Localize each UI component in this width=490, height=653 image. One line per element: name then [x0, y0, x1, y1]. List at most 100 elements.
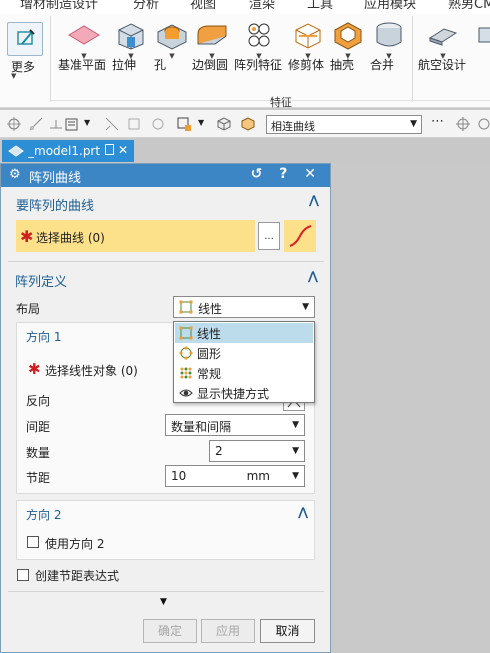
spacing-select[interactable]: 数量和间隔 ▼ [165, 414, 305, 436]
unite-label: 合并 [370, 58, 395, 72]
create-expression-checkbox[interactable] [17, 569, 29, 581]
feature-group-label: 特征 [270, 96, 292, 109]
ribbon: 更多 ▼ 基准平面 ▼ 拉伸 ▼ 孔 ▼ 边倒圆 ▼ 阵列特征 ▼ 修剪体 ▼ … [0, 14, 490, 109]
snap-center-icon[interactable] [476, 116, 490, 132]
layout-option-linear[interactable]: 线性 [175, 323, 313, 343]
menu-tools[interactable]: 工具 [307, 0, 333, 12]
cube-select-icon[interactable] [216, 116, 232, 132]
select-curve-row[interactable]: ✱ 选择曲线 (0) [16, 220, 255, 252]
close-icon[interactable]: ✕ [118, 143, 128, 157]
more-button[interactable] [7, 22, 43, 56]
move-button[interactable]: 移 [474, 20, 490, 50]
menu-analysis[interactable]: 分析 [133, 0, 159, 12]
circular-layout-icon [179, 346, 193, 360]
title-buttons[interactable]: ↺ ? ✕ [251, 166, 322, 182]
menu-application[interactable]: 应用模块 [364, 0, 416, 12]
datum-plane-label: 基准平面 [58, 58, 107, 72]
layout-value: 线性 [198, 302, 223, 316]
curves-section-title: 要阵列的曲线 [16, 199, 95, 214]
count-input[interactable]: 2 ▼ [209, 440, 305, 462]
pitch-unit: mm [246, 469, 270, 483]
extrude-label: 拉伸 [112, 58, 137, 72]
pattern-definition-header[interactable]: 阵列定义 ⋀ [8, 268, 324, 290]
selection-toolbar: ▼ ▼ 相连曲线 ▼ ⋯ [0, 110, 490, 138]
datum-plane-button[interactable]: 基准平面 ▼ [58, 20, 110, 72]
select-feature-icon[interactable] [150, 116, 166, 132]
chevron-down-icon[interactable]: ▼ [198, 118, 204, 127]
hole-button[interactable]: 孔 ▼ [154, 20, 190, 72]
layout-option-general[interactable]: 常规 [175, 363, 313, 383]
extrude-icon [118, 23, 144, 50]
select-body-icon[interactable] [126, 116, 142, 132]
shell-label: 抽壳 [330, 58, 355, 72]
apply-button[interactable]: 应用 [201, 619, 255, 643]
move-icon [478, 27, 490, 43]
edge-blend-label: 边倒圆 [192, 58, 229, 72]
chevron-up-icon[interactable]: ⋀ [308, 269, 318, 283]
use-direction2-checkbox[interactable] [27, 536, 39, 548]
snap-end-icon[interactable] [28, 116, 44, 132]
cancel-button[interactable]: 取消 [260, 619, 315, 643]
use-direction2-label: 使用方向 2 [45, 537, 105, 551]
unite-button[interactable]: 合并 ▼ [370, 20, 408, 72]
direction1-header[interactable]: 方向 1 [26, 328, 61, 345]
select-vertex-icon[interactable] [176, 116, 192, 132]
trim-body-label: 修剪体 [288, 58, 325, 72]
layout-option-show-shortcuts[interactable]: 显示快捷方式 [175, 383, 313, 403]
select-face-icon[interactable] [104, 116, 120, 132]
reverse-label: 反向 [26, 394, 51, 408]
extrude-button[interactable]: 拉伸 ▼ [112, 20, 150, 72]
ok-button[interactable]: 确定 [143, 619, 197, 643]
menu-extra[interactable]: 熟男CMAX [448, 0, 490, 12]
trim-body-button[interactable]: 修剪体 ▼ [288, 20, 328, 72]
select-linear-object-label[interactable]: 选择线性对象 (0) [45, 362, 138, 379]
pattern-definition-title: 阵列定义 [15, 275, 68, 290]
page-icon[interactable] [105, 144, 114, 155]
linear-layout-icon [179, 300, 193, 314]
aero-design-button[interactable]: 航空设计 ▼ [418, 20, 468, 72]
part-file-icon [8, 145, 24, 157]
curve-select-button[interactable] [284, 220, 316, 252]
layout-select[interactable]: 线性 ▼ [173, 296, 315, 318]
dialog-title: 阵列曲线 [29, 171, 82, 186]
menu-additive-design[interactable]: 增材制造设计 [20, 0, 98, 12]
file-tab-bar: _model1.prt ✕ [0, 140, 490, 162]
more-label-item[interactable]: 更多 ▼ [11, 58, 35, 80]
layout-option-circular[interactable]: 圆形 [175, 343, 313, 363]
more-options-icon[interactable]: ⋯ [431, 114, 444, 129]
browse-button[interactable]: ... [258, 222, 280, 250]
aero-design-label: 航空设计 [418, 58, 467, 72]
filter-icon[interactable] [64, 116, 80, 132]
pattern-feature-icon [248, 23, 270, 47]
direction2-header[interactable]: 方向 2 [26, 506, 61, 523]
shell-button[interactable]: 抽壳 ▼ [330, 20, 366, 72]
menu-view[interactable]: 视图 [190, 0, 216, 12]
required-star-icon: ✱ [28, 360, 41, 378]
chevron-down-icon: ▼ [302, 302, 309, 312]
menu-render[interactable]: 渲染 [249, 0, 275, 12]
graphics-viewport[interactable] [331, 162, 490, 653]
crosshair-icon[interactable] [455, 116, 471, 132]
linear-layout-icon [179, 326, 193, 340]
chevron-up-icon[interactable]: ⋀ [309, 193, 319, 207]
chevron-down-icon: ▼ [292, 446, 299, 456]
gear-icon[interactable]: ⚙ [9, 167, 21, 182]
edge-blend-button[interactable]: 边倒圆 ▼ [192, 20, 232, 72]
chevron-down-icon[interactable]: ▼ [84, 118, 90, 127]
pitch-input[interactable]: 10 mm ▼ [165, 465, 305, 487]
snap-mid-icon[interactable] [48, 116, 64, 132]
more-label: 更多 [11, 60, 36, 74]
menu-bar: 增材制造设计 分析 视图 渲染 工具 应用模块 熟男CMAX [0, 0, 490, 14]
hole-icon [157, 24, 187, 50]
shell-icon [334, 22, 362, 50]
snap-point-icon[interactable] [6, 116, 22, 132]
chevron-down-icon: ▼ [410, 119, 417, 129]
cube-color-icon[interactable] [240, 116, 256, 132]
curves-section-header[interactable]: 要阵列的曲线 ⋀ [9, 192, 325, 214]
selection-filter-select[interactable]: 相连曲线 ▼ [266, 115, 422, 134]
expand-more-icon[interactable]: ▼ [160, 597, 167, 607]
chevron-up-icon[interactable]: ⋀ [298, 505, 308, 519]
ribbon-divider [50, 16, 51, 102]
pattern-feature-button[interactable]: 阵列特征 ▼ [234, 20, 284, 72]
file-tab[interactable]: _model1.prt ✕ [2, 140, 134, 162]
